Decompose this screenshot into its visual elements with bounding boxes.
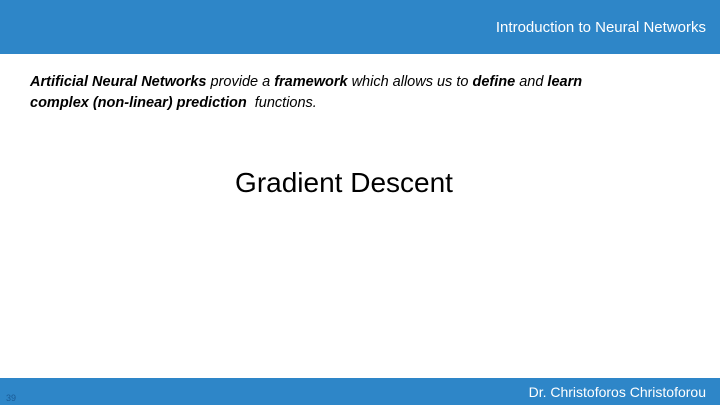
intro-emphasis-prediction: complex (non-linear) prediction xyxy=(30,95,247,111)
slide-heading: Gradient Descent xyxy=(235,167,453,198)
intro-emphasis-ann: Artificial Neural Networks xyxy=(30,74,207,90)
presentation-title: Introduction to Neural Networks xyxy=(495,19,706,36)
intro-text: and xyxy=(515,74,548,90)
slide-number: 39 xyxy=(6,393,17,403)
author-name: Dr. Christoforos Christoforou xyxy=(528,384,706,400)
intro-paragraph: Artificial Neural Networks provide a fra… xyxy=(30,72,690,114)
intro-text: which allows us to xyxy=(347,74,473,90)
intro-text: provide a xyxy=(206,74,275,90)
intro-emphasis-framework: framework xyxy=(274,74,348,90)
intro-text: functions. xyxy=(246,95,317,111)
intro-emphasis-define: define xyxy=(472,74,516,90)
intro-emphasis-learn: learn xyxy=(547,74,583,90)
